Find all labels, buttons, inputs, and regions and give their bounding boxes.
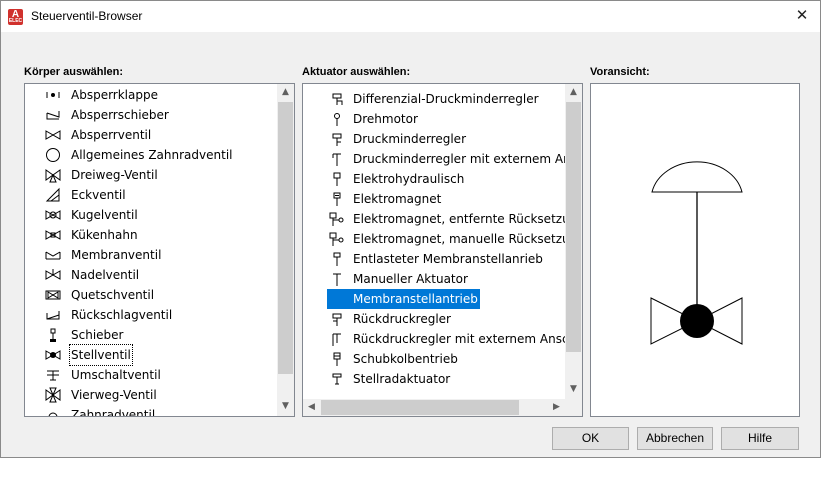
list-item-label: Elektrohydraulisch bbox=[353, 172, 465, 186]
list-item-label: Kükenhahn bbox=[71, 228, 138, 242]
actuator-list-hscrollbar[interactable]: ◀ ▶ bbox=[303, 399, 565, 416]
close-button[interactable]: ✕ bbox=[784, 1, 820, 32]
ok-button[interactable]: OK bbox=[552, 427, 629, 450]
butterfly-valve-icon bbox=[45, 87, 61, 103]
list-item-label: Rückdruckregler bbox=[353, 312, 451, 326]
switch-valve-icon bbox=[45, 367, 61, 383]
scroll-up-arrow-icon[interactable]: ▲ bbox=[277, 84, 294, 101]
window-title: Steuerventil-Browser bbox=[31, 9, 143, 23]
three-way-valve-icon bbox=[45, 167, 61, 183]
list-item-label: Quetschventil bbox=[71, 288, 155, 302]
cancel-button[interactable]: Abbrechen bbox=[637, 427, 713, 450]
plug-valve-icon bbox=[45, 227, 61, 243]
actuator-section-label: Aktuator auswählen: bbox=[302, 66, 411, 78]
body-list-scroll-thumb[interactable] bbox=[278, 102, 293, 374]
list-item-label: Elektromagnet, manuelle Rücksetzur bbox=[353, 232, 575, 246]
list-item-label: Membranventil bbox=[71, 248, 162, 262]
gear-valve-icon bbox=[45, 147, 61, 163]
gear-wheel-valve-icon bbox=[45, 407, 61, 416]
check-valve-icon bbox=[45, 307, 61, 323]
list-item-label: Entlasteter Membranstellanrieb bbox=[353, 252, 543, 266]
scroll-right-arrow-icon[interactable]: ▶ bbox=[548, 399, 565, 416]
list-item-label: Dreiweg-Ventil bbox=[71, 168, 158, 182]
actuator-listbox[interactable]: Differenzial-Druckminderregler Drehmotor D… bbox=[302, 83, 583, 417]
preview-section-label: Voransicht: bbox=[590, 66, 650, 78]
globe-valve-icon bbox=[45, 127, 61, 143]
list-item-label: Schubkolbentrieb bbox=[353, 352, 458, 366]
list-item-label: Manueller Aktuator bbox=[353, 272, 468, 286]
list-item-label: Absperrventil bbox=[71, 128, 152, 142]
list-item-label: Rückschlagventil bbox=[71, 308, 173, 322]
app-logo-icon: A ELEC bbox=[8, 9, 23, 25]
scroll-down-arrow-icon[interactable]: ▼ bbox=[565, 381, 582, 398]
actuator-list-hscroll-thumb[interactable] bbox=[321, 400, 519, 415]
list-item-label: Absperrklappe bbox=[71, 88, 158, 102]
diaphragm-control-valve-preview-icon bbox=[650, 161, 743, 345]
list-item-label: Druckminderregler bbox=[353, 132, 466, 146]
list-item-label: Allgemeines Zahnradventil bbox=[71, 148, 233, 162]
four-way-valve-icon bbox=[45, 387, 61, 403]
scroll-down-arrow-icon[interactable]: ▼ bbox=[277, 398, 294, 415]
list-item-label: Eckventil bbox=[71, 188, 126, 202]
list-item-label: Schieber bbox=[71, 328, 124, 342]
list-item-label: Umschaltventil bbox=[71, 368, 161, 382]
needle-valve-icon bbox=[45, 267, 61, 283]
steuerventil-browser-dialog: A ELEC Steuerventil-Browser ✕ Körper ausw… bbox=[0, 0, 821, 458]
list-item-label: Elektromagnet, entfernte Rücksetzur bbox=[353, 212, 575, 226]
scroll-up-arrow-icon[interactable]: ▲ bbox=[565, 84, 582, 101]
actuator-list-scrollbar[interactable]: ▲ ▼ bbox=[565, 84, 582, 399]
list-item-label: Stellradaktuator bbox=[353, 372, 451, 386]
preview-panel bbox=[590, 83, 800, 417]
angle-valve-icon bbox=[45, 187, 61, 203]
list-item-label: Druckminderregler mit externem Ans bbox=[353, 152, 577, 166]
gate-valve-icon bbox=[45, 107, 61, 123]
control-valve-icon bbox=[45, 347, 61, 363]
scroll-left-arrow-icon[interactable]: ◀ bbox=[303, 399, 320, 416]
actuator-list-scroll-thumb[interactable] bbox=[566, 102, 581, 352]
body-list-scrollbar[interactable]: ▲ ▼ bbox=[277, 84, 294, 416]
list-item-label: Differenzial-Druckminderregler bbox=[353, 92, 539, 106]
list-item-label: Kugelventil bbox=[71, 208, 138, 222]
list-item-label: Nadelventil bbox=[71, 268, 140, 282]
body-section-label: Körper auswählen: bbox=[24, 66, 124, 78]
body-listbox[interactable]: Absperrklappe Absperrschieber Absperrventi… bbox=[24, 83, 295, 417]
list-item-label: Drehmotor bbox=[353, 112, 418, 126]
list-item-label: Membranstellantrieb bbox=[327, 289, 480, 309]
slide-valve-icon bbox=[45, 327, 61, 343]
title-bar: A ELEC Steuerventil-Browser ✕ bbox=[1, 1, 820, 32]
diaphragm-valve-icon bbox=[45, 247, 61, 263]
list-item-label: Absperrschieber bbox=[71, 108, 169, 122]
ball-valve-icon bbox=[45, 207, 61, 223]
list-item-label: Elektromagnet bbox=[353, 192, 442, 206]
list-item-label: Vierweg-Ventil bbox=[71, 388, 157, 402]
scroll-corner bbox=[565, 399, 582, 416]
pinch-valve-icon bbox=[45, 287, 61, 303]
list-item-label: Rückdruckregler mit externem Ansch bbox=[353, 332, 577, 346]
help-button[interactable]: Hilfe bbox=[721, 427, 799, 450]
list-item-label: Stellventil bbox=[69, 344, 133, 366]
list-item-label: Zahnradventil bbox=[71, 408, 156, 417]
